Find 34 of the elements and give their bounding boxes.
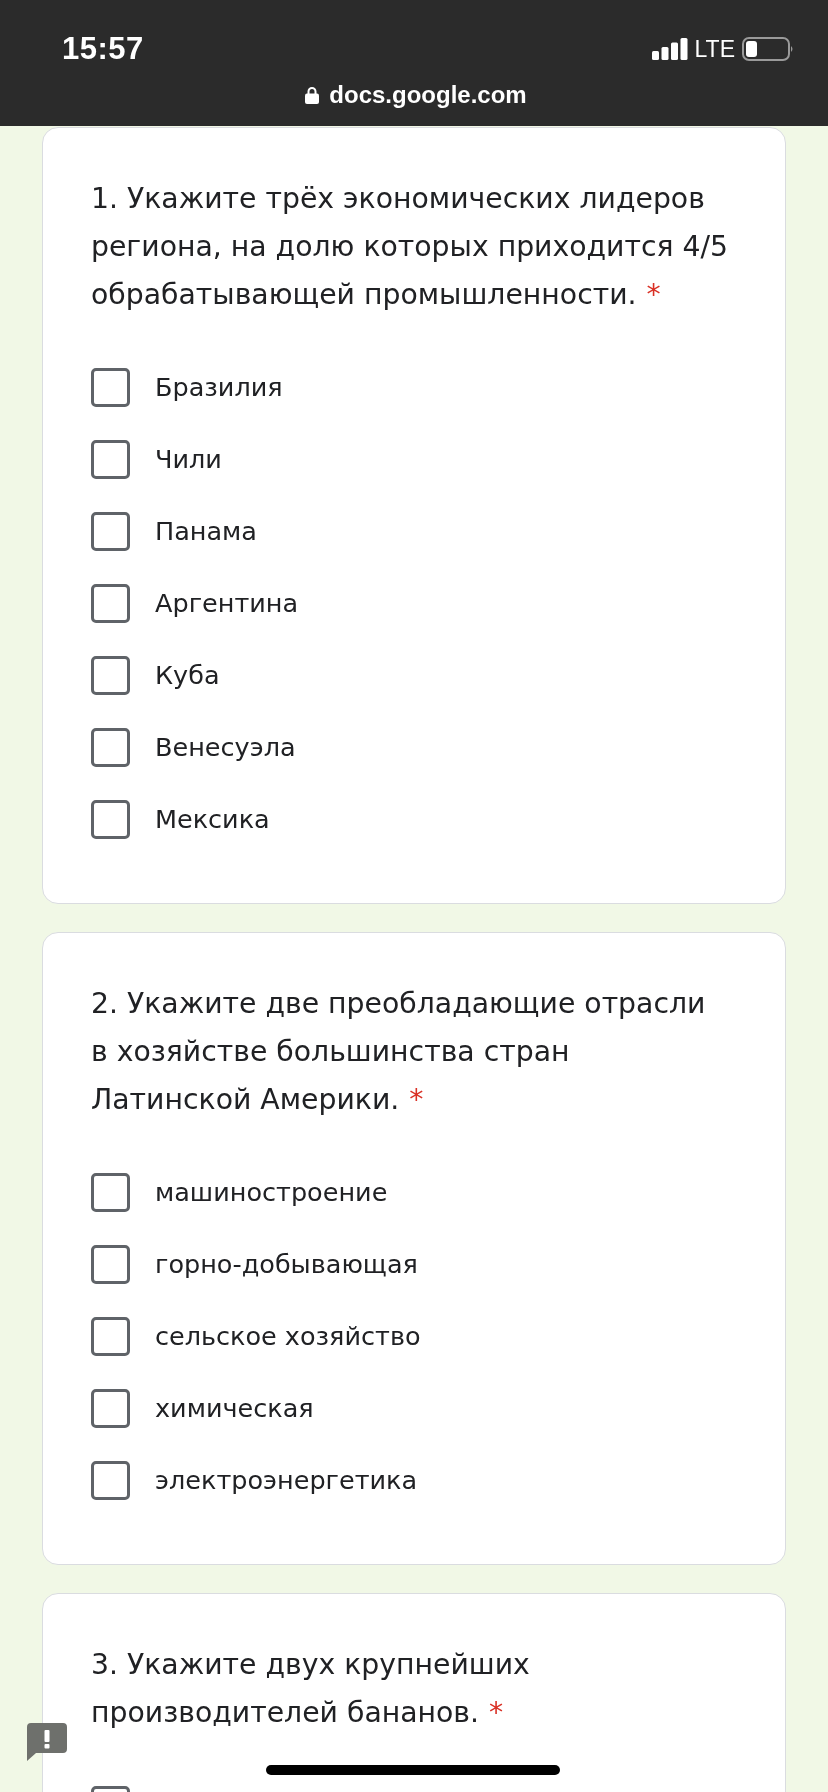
checkbox[interactable] xyxy=(91,655,130,695)
option-label[interactable]: Куба xyxy=(155,660,220,690)
signal-icon xyxy=(651,38,688,60)
battery-icon xyxy=(742,37,794,61)
option-label[interactable]: Аргентина xyxy=(155,588,299,618)
question-text: 1. Укажите трёх экономических лидеров региона, на долю которых приходится 4/5 обрабатывающей промышленности. * xyxy=(91,181,729,313)
status-time: 15:57 xyxy=(62,31,144,67)
checkbox[interactable] xyxy=(91,1388,130,1428)
option-label[interactable]: горно-добывающая xyxy=(155,1249,418,1279)
checkbox[interactable] xyxy=(91,1172,130,1212)
question-text: 2. Укажите две преобладающие отрасли в хозяйстве большинства стран Латинской Америки. * xyxy=(91,986,707,1118)
option-label[interactable]: Мексика xyxy=(155,804,270,834)
checkbox[interactable] xyxy=(91,511,130,551)
feedback-icon[interactable] xyxy=(27,1723,67,1761)
checkbox[interactable] xyxy=(91,727,130,767)
option-label[interactable]: машиностроение xyxy=(155,1177,388,1207)
checkbox[interactable] xyxy=(91,1316,130,1356)
checkbox[interactable] xyxy=(91,1460,130,1500)
checkbox[interactable] xyxy=(91,367,130,407)
url-text[interactable]: docs.google.com xyxy=(329,81,527,109)
option-label[interactable]: сельское хозяйство xyxy=(155,1321,421,1351)
checkbox[interactable] xyxy=(91,439,130,479)
network-type: LTE xyxy=(694,35,735,63)
option-label[interactable]: электроэнергетика xyxy=(155,1465,418,1495)
question-text: 3. Укажите двух крупнейших производителей бананов. * xyxy=(91,1647,531,1731)
lock-icon xyxy=(305,86,320,104)
checkbox[interactable] xyxy=(91,1244,130,1284)
checkbox[interactable] xyxy=(91,799,130,839)
checkbox[interactable] xyxy=(91,583,130,623)
option-label[interactable]: Бразилия xyxy=(155,372,283,402)
option-label[interactable]: Панама xyxy=(155,516,257,546)
option-label[interactable]: химическая xyxy=(155,1393,314,1423)
option-label[interactable]: Чили xyxy=(155,444,222,474)
option-label[interactable]: Венесуэла xyxy=(155,732,296,762)
